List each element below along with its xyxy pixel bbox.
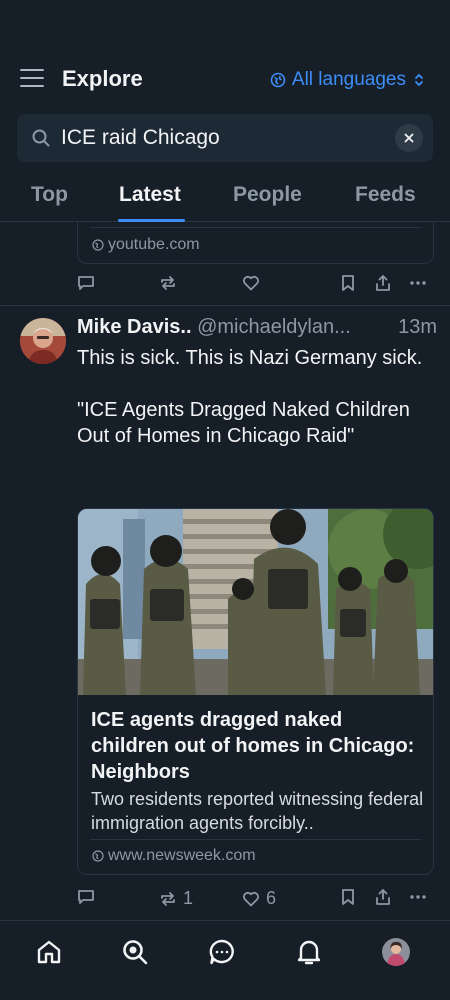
repost-button[interactable] <box>159 274 177 292</box>
bottom-nav <box>0 920 450 1000</box>
avatar-image <box>20 318 66 364</box>
link-card-title: ICE agents dragged naked children out of… <box>91 709 415 783</box>
search-bar <box>17 114 433 162</box>
author-avatar[interactable] <box>20 318 66 364</box>
post-text-line: "ICE Agents Dragged Naked Children Out o… <box>77 399 410 447</box>
explore-header: Explore All languages Top Latest People … <box>0 0 450 222</box>
share-icon <box>376 889 390 905</box>
reply-button[interactable] <box>77 888 101 906</box>
repost-button[interactable]: 1 <box>159 888 193 909</box>
bookmark-button[interactable] <box>340 888 356 906</box>
bell-icon <box>297 940 321 965</box>
tab-bar: Top Latest People Feeds <box>0 172 450 222</box>
link-card-description: Two residents reported witnessing federa… <box>91 789 424 833</box>
active-tab-indicator <box>118 219 185 222</box>
share-button[interactable] <box>374 888 392 906</box>
link-card[interactable]: ICE agents dragged naked children out of… <box>77 508 434 875</box>
globe-icon <box>92 239 104 251</box>
bookmark-icon <box>342 889 354 905</box>
nav-search[interactable] <box>121 938 149 971</box>
search-icon <box>123 940 148 965</box>
search-input[interactable] <box>61 126 395 150</box>
tab-top[interactable]: Top <box>31 183 68 207</box>
heart-icon <box>243 891 259 906</box>
globe-icon <box>270 72 286 88</box>
language-label: All languages <box>291 69 406 90</box>
share-button[interactable] <box>374 274 392 292</box>
bookmark-button[interactable] <box>340 274 356 292</box>
chevron-updown-icon <box>415 74 423 86</box>
close-icon <box>404 133 414 143</box>
profile-avatar-image <box>382 938 410 966</box>
repost-icon <box>161 276 175 290</box>
page-title: Explore <box>62 66 143 91</box>
link-card-image <box>78 509 433 695</box>
post-time: 13m <box>398 316 437 338</box>
post-text-line: This is sick. This is Nazi Germany sick. <box>77 347 423 369</box>
author-name[interactable]: Mike Davis.. <box>77 316 192 338</box>
previous-post-actions <box>77 274 434 298</box>
like-button[interactable] <box>242 274 260 292</box>
post-actions: 1 6 <box>77 888 434 912</box>
like-count: 6 <box>266 888 277 908</box>
nav-notifications[interactable] <box>295 938 323 971</box>
more-button[interactable] <box>409 274 427 292</box>
link-domain: youtube.com <box>92 236 200 254</box>
search-icon <box>32 129 50 147</box>
divider <box>90 227 421 228</box>
more-icon <box>410 281 426 285</box>
more-icon <box>410 895 426 899</box>
repost-count: 1 <box>183 888 194 908</box>
bookmark-icon <box>342 275 354 291</box>
tab-latest[interactable]: Latest <box>119 183 181 207</box>
chat-icon <box>209 939 234 965</box>
repost-icon <box>161 891 175 906</box>
language-selector[interactable]: All languages <box>270 69 430 91</box>
menu-icon[interactable] <box>20 69 44 91</box>
reply-button[interactable] <box>77 274 95 292</box>
heart-icon <box>243 275 259 291</box>
tab-feeds[interactable]: Feeds <box>355 183 416 207</box>
share-icon <box>376 275 390 291</box>
author-handle[interactable]: @michaeldylan... <box>197 316 351 338</box>
post-body: This is sick. This is Nazi Germany sick.… <box>77 345 437 475</box>
nav-home[interactable] <box>35 938 63 971</box>
post-separator <box>0 305 450 306</box>
post-header: Mike Davis.. @michaeldylan... 13m <box>77 316 437 339</box>
nav-chat[interactable] <box>208 938 236 971</box>
reply-icon <box>78 890 94 904</box>
like-button[interactable]: 6 <box>242 888 276 909</box>
nav-profile-avatar[interactable] <box>382 938 410 966</box>
home-icon <box>37 940 61 964</box>
more-button[interactable] <box>409 888 427 906</box>
globe-icon <box>92 850 104 862</box>
clear-search-button[interactable] <box>395 124 423 152</box>
link-domain: www.newsweek.com <box>92 847 256 865</box>
reply-icon <box>78 276 94 290</box>
tab-people[interactable]: People <box>233 183 302 207</box>
divider <box>90 839 421 840</box>
